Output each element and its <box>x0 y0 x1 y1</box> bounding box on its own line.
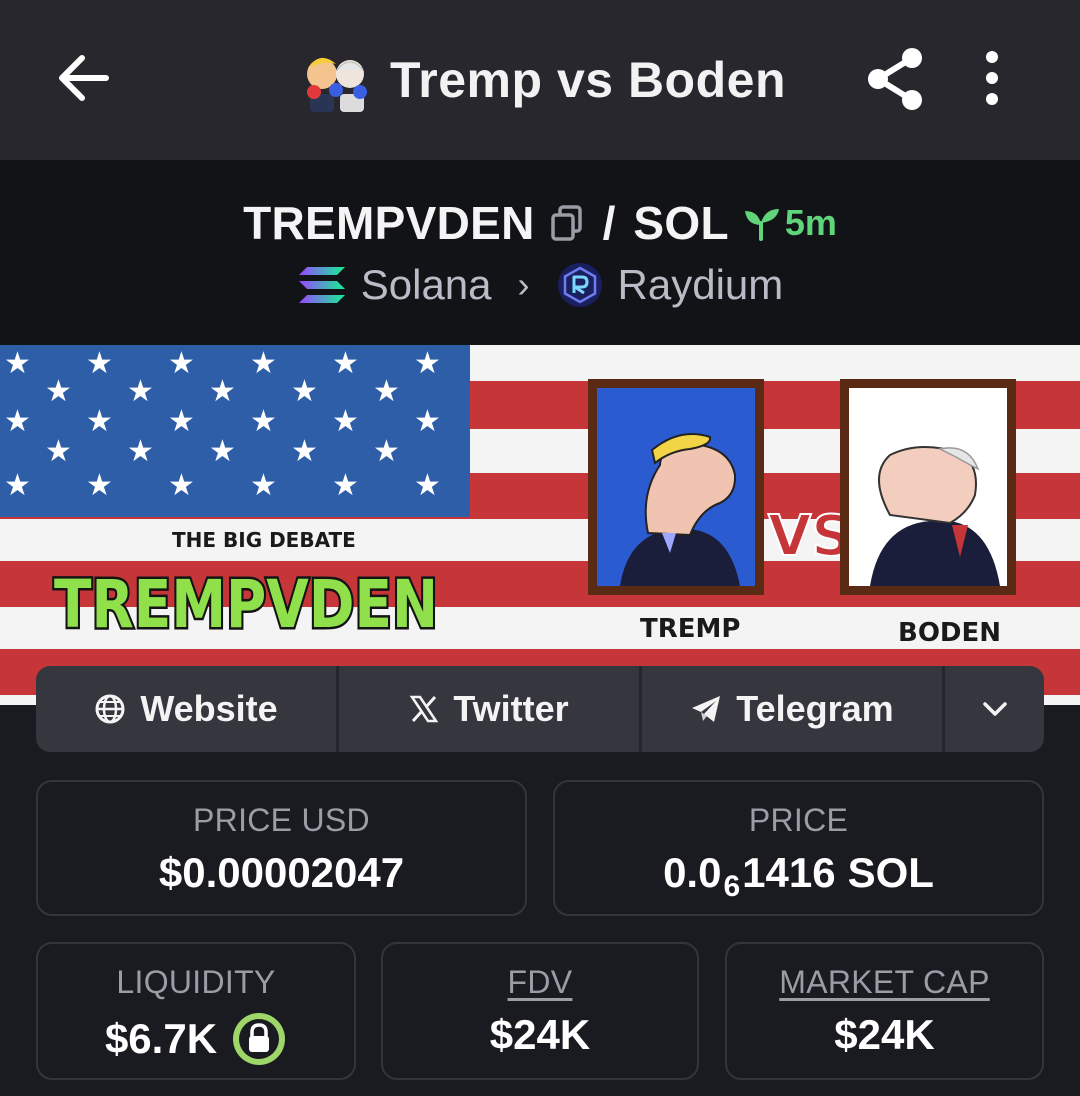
liquidity-card: LIQUIDITY $6.7K <box>36 942 356 1080</box>
svg-text:★: ★ <box>373 374 400 409</box>
svg-text:★: ★ <box>4 404 31 439</box>
lock-icon[interactable] <box>231 1011 287 1067</box>
svg-text:★: ★ <box>250 346 277 381</box>
banner-left-name: TREMP <box>640 614 740 644</box>
fdv-card[interactable]: FDV $24K <box>381 942 699 1080</box>
website-link[interactable]: Website <box>36 666 339 752</box>
page-title: Tremp vs Boden <box>390 52 786 108</box>
price-native-zero-count: 6 <box>723 870 741 903</box>
fdv-value: $24K <box>489 1011 591 1058</box>
telegram-link[interactable]: Telegram <box>642 666 945 752</box>
banner-headline: TREMPVDEN <box>54 566 438 643</box>
market-cap-card[interactable]: MARKET CAP $24K <box>725 942 1044 1080</box>
price-usd-card: PRICE USD $0.00002047 <box>36 780 527 916</box>
twitter-label: Twitter <box>453 688 569 729</box>
pair-separator: / <box>602 197 616 249</box>
svg-text:★: ★ <box>168 468 195 503</box>
chain-link[interactable]: Solana <box>361 261 492 309</box>
svg-text:★: ★ <box>414 404 441 439</box>
pair-row: TREMPVDEN / SOL 5m <box>0 188 1080 258</box>
token-banner: ★ ★ ★ ★ ★ ★ ★ ★ ★ ★ ★ ★ ★ ★ ★ ★ ★ ★ ★ ★ ★ ★ ★ ★ ★ ★ ★ ★ VS THE … <box>0 345 1080 705</box>
sprout-icon <box>744 209 779 241</box>
raydium-logo-icon <box>557 263 602 307</box>
banner-right-name: BODEN <box>898 618 1001 648</box>
banner-subtitle: THE BIG DEBATE <box>172 528 356 552</box>
market-cap-label[interactable]: MARKET CAP <box>727 964 1042 1001</box>
x-logo-icon <box>409 695 439 723</box>
more-vert-icon[interactable] <box>972 48 1012 108</box>
svg-text:★: ★ <box>373 434 400 469</box>
telegram-label: Telegram <box>736 688 894 729</box>
svg-text:★: ★ <box>45 374 72 409</box>
liquidity-label: LIQUIDITY <box>116 964 276 1000</box>
price-native-label: PRICE <box>748 802 849 838</box>
price-native-prefix: 0.0 <box>663 849 722 896</box>
svg-text:★: ★ <box>168 346 195 381</box>
telegram-icon <box>692 696 721 722</box>
globe-icon <box>95 694 125 724</box>
more-links-button[interactable] <box>945 666 1044 752</box>
copy-icon[interactable] <box>549 203 585 243</box>
pair-header: TREMPVDEN / SOL 5m Solana › Raydium <box>0 160 1080 345</box>
price-native-card: PRICE 0.0 6 1416 SOL <box>553 780 1044 916</box>
website-label: Website <box>140 688 278 729</box>
social-links-bar: Website Twitter Telegram <box>36 666 1044 752</box>
app-bar: Tremp vs Boden <box>0 0 1080 160</box>
svg-text:★: ★ <box>414 346 441 381</box>
price-usd-label: PRICE USD <box>193 802 370 838</box>
banner-vs: VS <box>768 504 852 569</box>
svg-text:★: ★ <box>332 468 359 503</box>
twitter-link[interactable]: Twitter <box>339 666 642 752</box>
svg-text:★: ★ <box>250 404 277 439</box>
token-avatar <box>307 57 367 112</box>
title-group: Tremp vs Boden <box>300 38 786 122</box>
price-native-unit: SOL <box>847 849 934 896</box>
market-cap-value: $24K <box>834 1011 935 1058</box>
chevron-right-icon: › <box>517 264 530 305</box>
price-native-digits: 1416 <box>742 849 836 896</box>
svg-text:★: ★ <box>4 468 31 503</box>
liquidity-value: $6.7K <box>104 1015 218 1062</box>
svg-text:★: ★ <box>127 374 154 409</box>
back-arrow-icon[interactable] <box>52 46 116 110</box>
solana-logo-icon <box>298 267 345 303</box>
chevron-down-icon <box>982 702 1007 716</box>
svg-text:★: ★ <box>127 434 154 469</box>
svg-text:★: ★ <box>4 346 31 381</box>
svg-text:★: ★ <box>45 434 72 469</box>
svg-text:★: ★ <box>86 404 113 439</box>
svg-text:★: ★ <box>86 468 113 503</box>
dex-link[interactable]: Raydium <box>618 261 784 309</box>
svg-text:★: ★ <box>291 374 318 409</box>
base-symbol: TREMPVDEN <box>243 197 535 249</box>
pair-age: 5m <box>741 202 837 244</box>
banner-image: ★ ★ ★ ★ ★ ★ ★ ★ ★ ★ ★ ★ ★ ★ ★ ★ ★ ★ ★ ★ ★ ★ ★ ★ ★ ★ ★ ★ VS THE … <box>0 345 1080 705</box>
svg-text:★: ★ <box>168 404 195 439</box>
svg-text:★: ★ <box>332 404 359 439</box>
svg-text:★: ★ <box>86 346 113 381</box>
svg-text:★: ★ <box>209 434 236 469</box>
svg-text:★: ★ <box>414 468 441 503</box>
svg-text:★: ★ <box>209 374 236 409</box>
svg-text:★: ★ <box>250 468 277 503</box>
svg-text:★: ★ <box>291 434 318 469</box>
chain-dex-row: Solana › Raydium <box>0 255 1080 315</box>
price-usd-value: $0.00002047 <box>158 849 405 896</box>
quote-symbol: SOL <box>633 197 729 249</box>
fdv-label[interactable]: FDV <box>383 964 697 1001</box>
share-icon[interactable] <box>862 44 928 114</box>
svg-text:★: ★ <box>332 346 359 381</box>
pair-age-text: 5m <box>784 202 837 243</box>
